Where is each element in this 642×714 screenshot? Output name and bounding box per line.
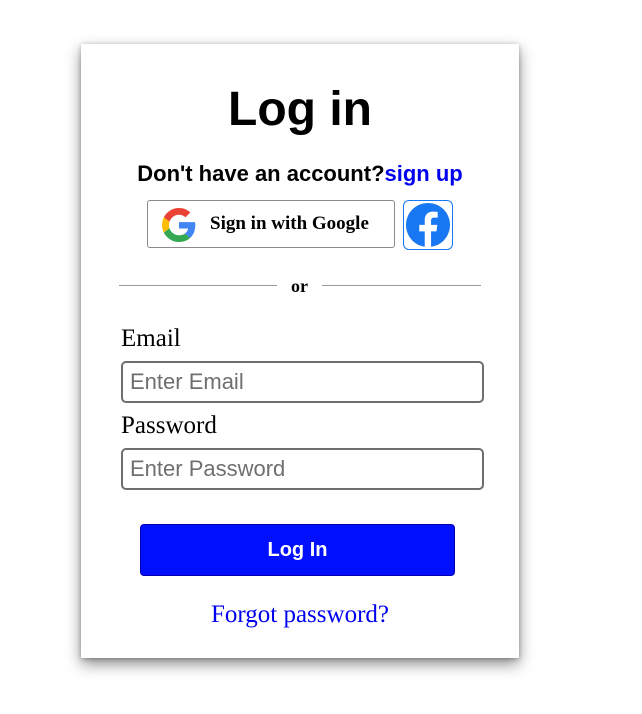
google-logo-icon [162, 208, 196, 242]
password-input[interactable] [121, 448, 484, 490]
signup-prompt-text: Don't have an account? [137, 161, 385, 186]
email-label: Email [121, 325, 181, 352]
google-signin-button[interactable]: Sign in with Google [147, 200, 395, 248]
login-card: Log in Don't have an account?sign up Sig… [81, 44, 519, 658]
password-label: Password [121, 412, 217, 439]
signup-prompt: Don't have an account?sign up [81, 160, 519, 188]
facebook-logo-icon [405, 202, 451, 248]
or-separator: or [291, 276, 308, 296]
google-signin-label: Sign in with Google [210, 213, 369, 234]
divider-left [119, 285, 277, 286]
forgot-password-link[interactable]: Forgot password? [81, 600, 519, 630]
signup-link[interactable]: sign up [385, 161, 463, 186]
email-input[interactable] [121, 361, 484, 403]
facebook-signin-button[interactable] [403, 200, 453, 250]
divider-right [322, 285, 481, 286]
login-button[interactable]: Log In [140, 524, 455, 576]
page-title: Log in [228, 83, 372, 136]
